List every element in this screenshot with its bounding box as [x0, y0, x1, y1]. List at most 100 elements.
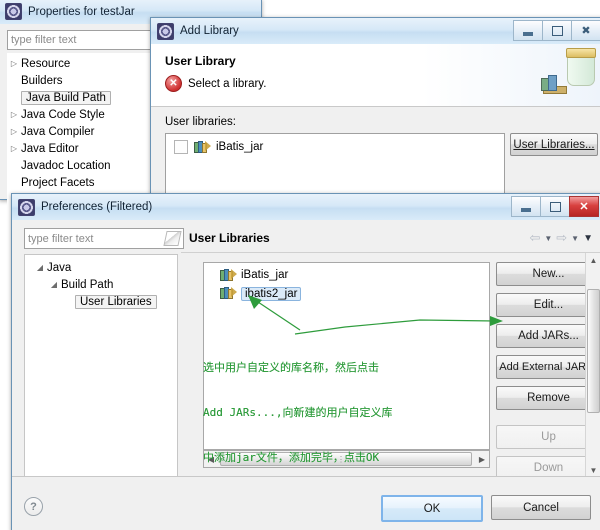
- add-jars-button-label: Add JARs...: [518, 330, 579, 342]
- help-icon[interactable]: ?: [24, 497, 43, 516]
- up-button-label: Up: [541, 431, 556, 443]
- maximize-icon[interactable]: [542, 20, 572, 41]
- page-separator: [181, 252, 600, 253]
- sidebar-item-label: Java: [47, 261, 72, 274]
- library-checkbox[interactable]: [174, 140, 188, 154]
- properties-filter-input[interactable]: type filter text: [7, 30, 165, 50]
- tree-item-label: Javadoc Location: [21, 159, 111, 172]
- vscroll-thumb[interactable]: [587, 289, 600, 413]
- forward-arrow-icon[interactable]: ⇨: [556, 230, 567, 246]
- preferences-filter-input[interactable]: type filter text: [24, 228, 184, 249]
- down-button-label: Down: [533, 462, 564, 474]
- tree-item-project-facets[interactable]: Project Facets: [7, 174, 157, 191]
- back-arrow-icon[interactable]: ⇦: [529, 230, 540, 246]
- tree-item-java-editor[interactable]: ▷ Java Editor: [7, 140, 157, 157]
- properties-tree[interactable]: ▷ Resource Builders Java Build Path ▷ Ja…: [7, 53, 157, 213]
- close-icon[interactable]: ✖: [571, 20, 600, 41]
- preferences-titlebar[interactable]: Preferences (Filtered) ✕: [12, 194, 600, 221]
- forward-dropdown-icon[interactable]: ▼: [571, 234, 579, 243]
- back-dropdown-icon[interactable]: ▼: [544, 234, 552, 243]
- list-item-label: iBatis_jar: [216, 141, 264, 153]
- eclipse-icon: [18, 198, 35, 216]
- remove-button-label: Remove: [527, 392, 570, 404]
- scroll-down-arrow-icon[interactable]: ▼: [586, 463, 600, 477]
- menu-dropdown-icon[interactable]: ▼: [583, 233, 593, 244]
- list-item[interactable]: ibatis2_jar: [204, 284, 489, 303]
- sidebar-item-user-libraries[interactable]: User Libraries: [25, 293, 177, 310]
- tree-item-javadoc-location[interactable]: Javadoc Location: [7, 157, 157, 174]
- minimize-icon[interactable]: [513, 20, 543, 41]
- add-library-header: User Library ✕ Select a library.: [151, 44, 600, 107]
- maximize-icon[interactable]: [540, 196, 570, 217]
- add-library-client-area: User Library ✕ Select a library. User li…: [151, 44, 600, 206]
- list-item[interactable]: iBatis_jar: [166, 134, 504, 156]
- tree-item-label: Java Build Path: [21, 90, 111, 105]
- user-libraries-button[interactable]: User Libraries...: [510, 133, 598, 156]
- eclipse-icon: [5, 3, 22, 20]
- page-vertical-scrollbar[interactable]: ▲ ▼: [585, 253, 600, 477]
- preferences-window-buttons: ✕: [511, 196, 599, 217]
- tree-item-builders[interactable]: Builders: [7, 72, 157, 89]
- tree-item-label: Project Facets: [21, 176, 95, 189]
- add-library-titlebar[interactable]: Add Library ✖: [151, 18, 600, 45]
- screenshot-root: Properties for testJar type filter text …: [0, 0, 600, 530]
- sidebar-item-build-path[interactable]: ◢ Build Path: [25, 276, 177, 293]
- add-library-window-buttons: ✖: [513, 20, 600, 41]
- tree-item-label: Builders: [21, 74, 63, 87]
- edit-button-label: Edit...: [533, 299, 564, 311]
- add-library-header-message-row: ✕ Select a library.: [165, 75, 266, 92]
- tree-item-label: Java Compiler: [21, 125, 95, 138]
- sidebar-item-label: User Libraries: [75, 294, 157, 309]
- list-item[interactable]: iBatis_jar: [204, 263, 489, 284]
- annotation-line-2: Add JARs...,向新建的用户自定义库: [203, 406, 393, 419]
- clear-filter-icon[interactable]: [163, 231, 182, 246]
- page-nav-icons: ⇦ ▼ ⇨ ▼ ▼: [529, 230, 593, 246]
- list-item-label: ibatis2_jar: [241, 286, 302, 301]
- library-icon: [194, 140, 211, 154]
- tree-item-resource[interactable]: ▷ Resource: [7, 53, 157, 72]
- annotation-text: 选中用户自定义的库名称，然后点击 Add JARs...,向新建的用户自定义库 …: [203, 330, 392, 495]
- library-icon: [220, 268, 237, 282]
- chevron-right-icon[interactable]: ▷: [7, 59, 21, 68]
- chevron-right-icon[interactable]: ▷: [7, 110, 21, 119]
- list-item-label: iBatis_jar: [241, 269, 289, 281]
- annotation-line-3: 中添加jar文件，添加完毕，点击OK: [203, 451, 380, 464]
- cancel-button[interactable]: Cancel: [491, 495, 591, 520]
- tree-item-label: Java Editor: [21, 142, 79, 155]
- page-title: User Libraries: [189, 231, 270, 245]
- user-libraries-button-label: User Libraries...: [513, 138, 595, 151]
- tree-item-label: Resource: [21, 57, 71, 70]
- error-icon: ✕: [165, 75, 182, 92]
- tree-item-label: Java Code Style: [21, 108, 105, 121]
- chevron-right-icon[interactable]: ▷: [7, 127, 21, 136]
- scroll-right-arrow-icon[interactable]: ▶: [475, 455, 489, 464]
- ok-button[interactable]: OK: [381, 495, 483, 522]
- eclipse-icon: [157, 22, 174, 40]
- library-icon: [220, 287, 237, 300]
- tree-item-java-build-path[interactable]: Java Build Path: [7, 89, 157, 106]
- tree-item-java-compiler[interactable]: ▷ Java Compiler: [7, 123, 157, 140]
- ok-button-label: OK: [423, 502, 441, 515]
- properties-window-title: Properties for testJar: [28, 5, 135, 18]
- add-library-list-label: User libraries:: [165, 116, 236, 128]
- add-library-header-message: Select a library.: [188, 77, 267, 90]
- chevron-down-icon[interactable]: ◢: [33, 263, 47, 272]
- scroll-up-arrow-icon[interactable]: ▲: [586, 253, 600, 267]
- add-external-jars-button-label: Add External JARs..: [499, 361, 598, 373]
- preferences-window-title: Preferences (Filtered): [41, 201, 153, 213]
- tree-item-java-code-style[interactable]: ▷ Java Code Style: [7, 106, 157, 123]
- add-library-window[interactable]: Add Library ✖ User Library ✕ Select a li…: [150, 17, 600, 206]
- properties-filter-placeholder: type filter text: [11, 34, 77, 46]
- chevron-down-icon[interactable]: ◢: [47, 280, 61, 289]
- cancel-button-label: Cancel: [523, 501, 559, 514]
- sidebar-item-label: Build Path: [61, 278, 114, 291]
- annotation-line-1: 选中用户自定义的库名称，然后点击: [203, 361, 379, 374]
- chevron-right-icon[interactable]: ▷: [7, 144, 21, 153]
- close-icon[interactable]: ✕: [569, 196, 599, 217]
- jar-library-icon: [539, 48, 597, 94]
- sidebar-item-java[interactable]: ◢ Java: [25, 255, 177, 276]
- minimize-icon[interactable]: [511, 196, 541, 217]
- new-button-label: New...: [532, 268, 565, 280]
- preferences-filter-placeholder: type filter text: [28, 232, 94, 245]
- preferences-tree[interactable]: ◢ Java ◢ Build Path User Libraries: [24, 254, 178, 477]
